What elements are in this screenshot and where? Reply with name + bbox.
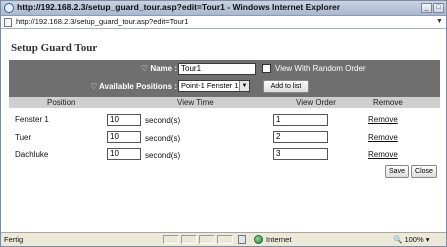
position-name: Tuer xyxy=(15,133,32,142)
security-zone[interactable]: Internet xyxy=(266,235,291,244)
position-name: Dachluke xyxy=(15,150,49,159)
name-label: ♡ Name : xyxy=(140,64,177,73)
available-positions-label: ♡ Available Positions : xyxy=(89,82,177,91)
view-order-input[interactable]: 3 xyxy=(273,148,328,160)
page-title: Setup Guard Tour xyxy=(11,42,98,54)
internet-explorer-icon xyxy=(4,3,14,13)
heart-icon: ♡ xyxy=(89,82,98,91)
add-to-list-button[interactable]: Add to list xyxy=(263,80,309,93)
minimize-button[interactable]: _ xyxy=(421,3,432,13)
time-unit: second(s) xyxy=(145,134,181,143)
zoom-level: 100% xyxy=(404,235,424,244)
remove-link[interactable]: Remove xyxy=(368,150,398,159)
available-positions-select[interactable]: Point-1 Fenster 1 ▼ xyxy=(178,80,250,92)
zoom-icon: 🔍 xyxy=(393,235,403,244)
title-bar: http://192.168.2.3/setup_guard_tour.asp?… xyxy=(1,1,446,16)
chevron-down-icon[interactable]: ▼ xyxy=(239,81,249,91)
status-panel xyxy=(199,235,215,244)
column-header-view-time: View Time xyxy=(177,98,214,107)
heart-icon: ♡ xyxy=(140,64,149,73)
status-panel xyxy=(217,235,233,244)
view-order-input[interactable]: 2 xyxy=(273,131,328,143)
view-time-input[interactable]: 10 xyxy=(107,131,141,143)
browser-window: http://192.168.2.3/setup_guard_tour.asp?… xyxy=(0,0,447,247)
view-time-input[interactable]: 10 xyxy=(107,148,141,160)
name-input[interactable]: Tour1 xyxy=(178,63,256,75)
table-header: Position View Time View Order Remove xyxy=(9,97,440,108)
status-text: Fertig xyxy=(4,235,24,244)
view-order-input[interactable]: 1 xyxy=(273,114,328,126)
random-order-label: View With Random Order xyxy=(275,64,366,73)
address-bar[interactable]: http://192.168.2.3/setup_guard_tour.asp?… xyxy=(1,16,446,29)
globe-icon xyxy=(254,235,263,244)
status-panel xyxy=(163,235,179,244)
random-order-checkbox[interactable] xyxy=(262,64,271,73)
remove-link[interactable]: Remove xyxy=(368,115,398,124)
save-button[interactable]: Save xyxy=(385,165,409,178)
address-url[interactable]: http://192.168.2.3/setup_guard_tour.asp?… xyxy=(16,17,188,26)
status-panel xyxy=(181,235,197,244)
remove-link[interactable]: Remove xyxy=(368,133,398,142)
column-header-remove: Remove xyxy=(373,98,403,107)
status-bar: Fertig Internet 🔍 100% ▾ xyxy=(1,232,446,246)
tour-form-panel: ♡ Name : Tour1 View With Random Order ♡ … xyxy=(9,60,440,97)
page-content: Setup Guard Tour ♡ Name : Tour1 View Wit… xyxy=(1,30,446,232)
time-unit: second(s) xyxy=(145,151,181,160)
window-title: http://192.168.2.3/setup_guard_tour.asp?… xyxy=(17,2,341,12)
address-dropdown-icon[interactable]: ▼ xyxy=(435,17,444,27)
view-time-input[interactable]: 10 xyxy=(107,114,141,126)
page-icon xyxy=(4,18,12,27)
column-header-position: Position xyxy=(47,98,76,107)
chevron-down-icon[interactable]: ▾ xyxy=(426,235,430,244)
column-header-view-order: View Order xyxy=(296,98,336,107)
zoom-control[interactable]: 🔍 100% ▾ xyxy=(393,235,429,244)
time-unit: second(s) xyxy=(145,116,181,125)
position-name: Fenster 1 xyxy=(15,115,49,124)
close-button[interactable]: Close xyxy=(411,165,437,178)
maximize-button[interactable]: □ xyxy=(433,3,444,13)
protected-mode-icon xyxy=(238,235,246,244)
